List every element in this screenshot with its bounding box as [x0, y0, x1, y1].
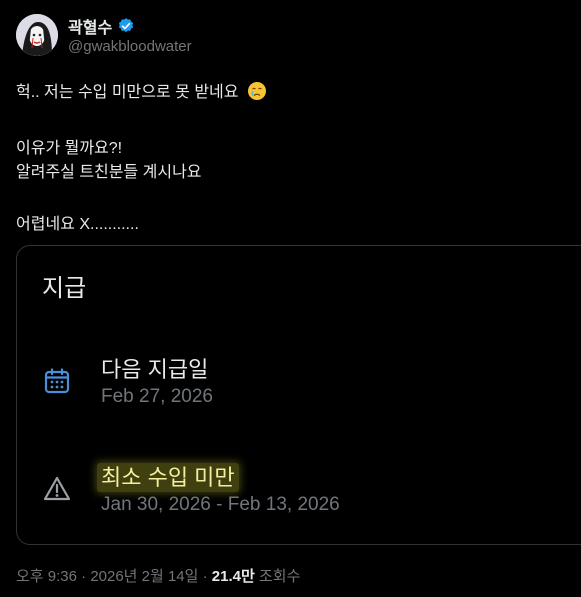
card-title: 지급 — [42, 275, 87, 302]
crying-face-icon — [247, 81, 267, 101]
attached-image-card[interactable]: 지급 다음 지급일 Feb 27, 2026 최소 수입 미만 Jan 30, … — [16, 245, 581, 545]
min-income-range: Jan 30, 2026 - Feb 13, 2026 — [101, 494, 340, 515]
views-label: 조회수 — [258, 568, 301, 585]
next-payment-label: 다음 지급일 — [101, 357, 209, 382]
verified-badge-icon — [117, 17, 135, 35]
min-income-label: 최소 수입 미만 — [97, 460, 239, 492]
tweet-text-line-2: 이유가 뭘까요?! — [16, 140, 123, 157]
warning-icon — [43, 475, 71, 503]
meta-separator: · — [202, 568, 212, 585]
tweet-time[interactable]: 오후 9:36 — [16, 568, 77, 585]
author-handle[interactable]: @gwakbloodwater — [68, 38, 192, 55]
tweet-text-line-1: 헉.. 저는 수입 미만으로 못 받네요 — [16, 84, 239, 101]
author-name[interactable]: 곽혈수 — [68, 14, 112, 38]
meta-separator: · — [81, 568, 91, 585]
tweet-text-line-4: 어렵네요 X........... — [16, 216, 139, 233]
min-income-highlight: 최소 수입 미만 — [97, 463, 239, 492]
views-count: 21.4만 — [211, 568, 255, 585]
author-name-row[interactable]: 곽혈수 — [68, 14, 135, 38]
calendar-icon — [43, 367, 71, 395]
avatar[interactable] — [16, 14, 58, 56]
tweet-line-1: 헉.. 저는 수입 미만으로 못 받네요 — [16, 78, 267, 102]
tweet-text-line-3: 알려주실 트친분들 계시나요 — [16, 164, 202, 181]
next-payment-date: Feb 27, 2026 — [101, 386, 213, 407]
tweet-meta: 오후 9:36 · 2026년 2월 14일 · 21.4만 조회수 — [16, 565, 300, 586]
tweet-date[interactable]: 2026년 2월 14일 — [90, 568, 198, 585]
